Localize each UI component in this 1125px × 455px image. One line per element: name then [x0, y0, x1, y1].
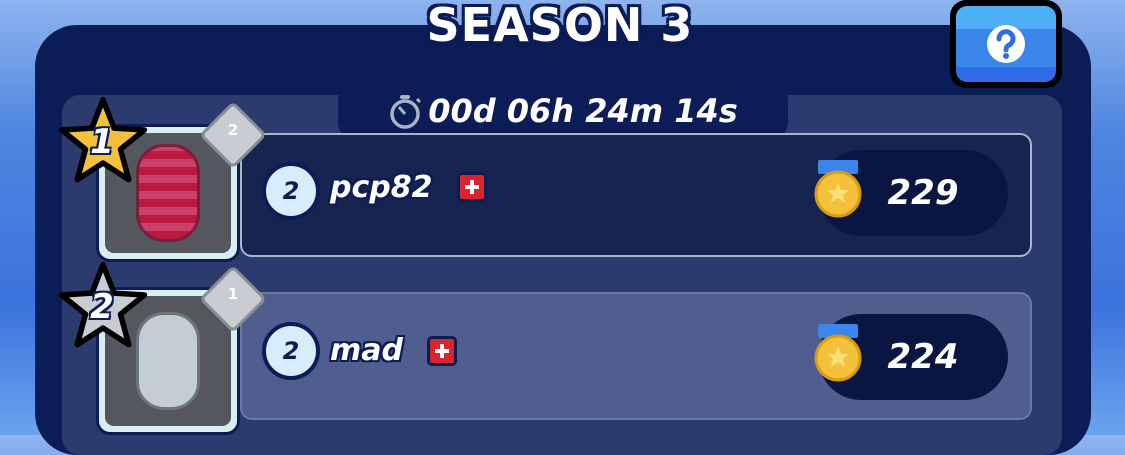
timer-text: 00d 06h 24m 14s: [428, 92, 738, 130]
score-value: 224: [887, 337, 959, 377]
help-button[interactable]: [950, 0, 1062, 88]
player-name[interactable]: mad: [330, 333, 403, 368]
player-level-badge: 2: [262, 162, 320, 220]
question-icon: [987, 25, 1025, 63]
medal-icon: [814, 160, 862, 218]
rank-number: 1: [90, 122, 114, 162]
stopwatch-icon: [390, 95, 422, 129]
car-level: 1: [227, 285, 239, 303]
switzerland-flag-icon: [427, 336, 457, 366]
season-title: SEASON 3: [426, 0, 694, 52]
score-value: 229: [887, 173, 959, 213]
medal-icon: [814, 324, 862, 382]
rank-number: 2: [90, 287, 114, 327]
player-name[interactable]: pcp82: [330, 170, 432, 205]
switzerland-flag-icon: [457, 172, 487, 202]
car-level: 2: [227, 121, 239, 139]
player-level-badge: 2: [262, 322, 320, 380]
